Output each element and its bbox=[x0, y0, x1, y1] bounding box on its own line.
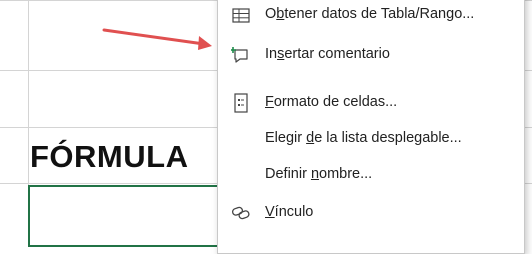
context-menu: Obtener datos de Tabla/Rango... Insertar… bbox=[217, 0, 525, 254]
format-cells-icon bbox=[230, 93, 252, 113]
menu-item-define-name[interactable]: Definir nombre... bbox=[218, 158, 524, 192]
menu-item-get-data-from-table[interactable]: Obtener datos de Tabla/Rango... bbox=[218, 0, 524, 32]
menu-item-insert-comment[interactable]: Insertar comentario bbox=[218, 38, 524, 72]
menu-item-link[interactable]: Vínculo bbox=[218, 196, 524, 230]
menu-item-label: Formato de celdas... bbox=[265, 94, 398, 110]
menu-item-label: Vínculo bbox=[265, 204, 314, 220]
formula-heading-cell[interactable]: FÓRMULA bbox=[30, 139, 188, 175]
menu-item-pick-from-dropdown[interactable]: Elegir de la lista desplegable... bbox=[218, 122, 524, 156]
link-icon bbox=[230, 203, 252, 223]
menu-item-label: Insertar comentario bbox=[265, 46, 390, 62]
menu-item-format-cells[interactable]: Formato de celdas... bbox=[218, 86, 524, 120]
menu-item-label: Elegir de la lista desplegable... bbox=[265, 130, 462, 146]
menu-item-label: Obtener datos de Tabla/Rango... bbox=[265, 6, 475, 22]
red-arrow-annotation bbox=[102, 28, 212, 50]
menu-item-label: Definir nombre... bbox=[265, 166, 373, 182]
table-icon bbox=[230, 5, 252, 25]
new-comment-icon bbox=[230, 45, 252, 65]
